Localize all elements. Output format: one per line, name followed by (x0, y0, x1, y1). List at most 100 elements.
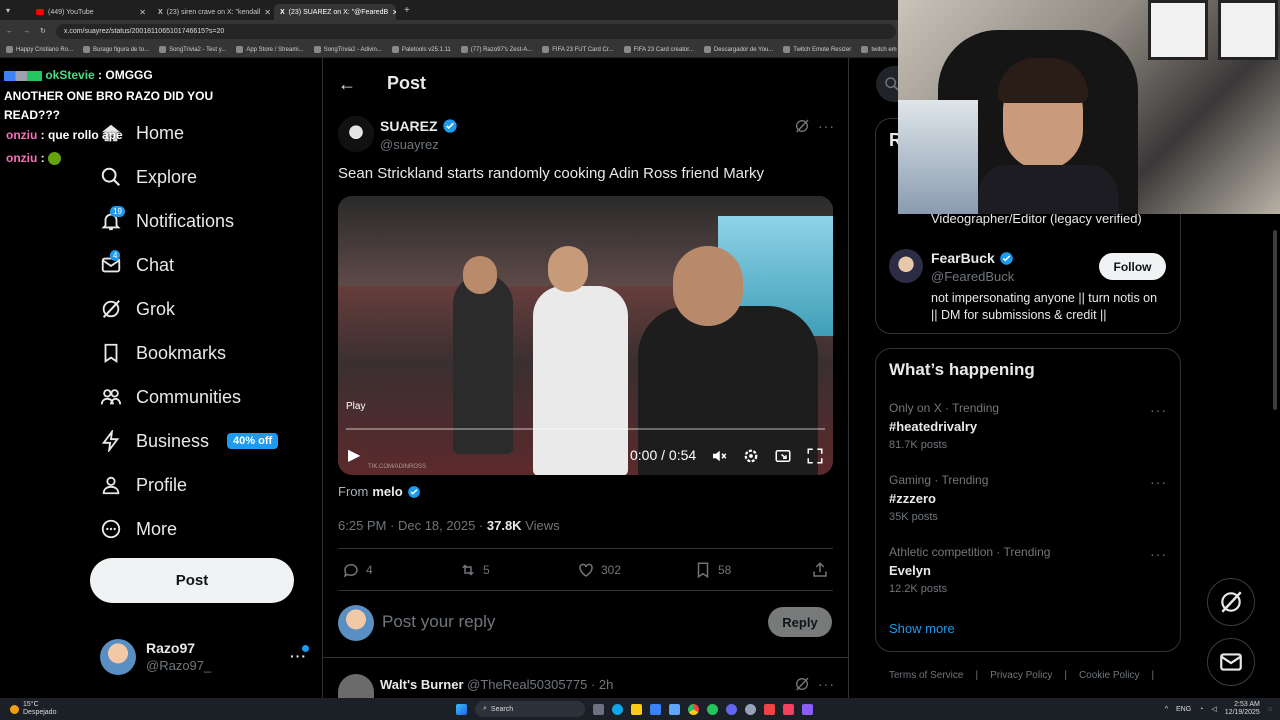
trend-more-icon[interactable]: ··· (1150, 474, 1167, 490)
streamlabs-icon[interactable] (764, 703, 775, 715)
grok-icon[interactable] (794, 118, 810, 134)
follow-button[interactable]: Follow (1099, 253, 1166, 280)
like-action[interactable]: 302 (577, 561, 621, 579)
close-icon[interactable]: ✕ (264, 8, 271, 17)
play-icon[interactable]: ▶ (348, 445, 360, 465)
video-progress-track[interactable] (346, 428, 825, 430)
bookmark-item[interactable]: FIFA 23 Card creator... (623, 46, 694, 53)
twitch-icon[interactable] (802, 703, 813, 715)
scrollbar[interactable] (1273, 230, 1277, 410)
reply-button[interactable]: Reply (768, 607, 832, 637)
task-view-icon[interactable] (593, 703, 604, 715)
windows-start-icon[interactable] (456, 703, 467, 715)
volume-icon[interactable]: ◁ (1211, 705, 1216, 713)
more-options-icon[interactable]: ··· (818, 118, 835, 134)
wall-frame (1218, 0, 1278, 60)
share-icon[interactable] (811, 561, 829, 579)
more-options-icon[interactable]: ··· (818, 676, 835, 692)
steam-icon[interactable] (745, 703, 756, 715)
bookmark-item[interactable]: Twitch Emote Resizer (783, 46, 851, 53)
footer-link[interactable]: Privacy Policy (990, 670, 1052, 681)
footer-link[interactable]: Terms of Service (889, 670, 963, 681)
nav-communities[interactable]: Communities (100, 382, 241, 412)
mute-icon[interactable] (710, 447, 728, 465)
from-name[interactable]: melo (372, 484, 402, 499)
trend-item[interactable]: Only on X · Trending #heatedrivalry 81.7… (889, 401, 999, 451)
edge-icon[interactable] (612, 703, 623, 715)
chrome-icon[interactable] (688, 703, 699, 715)
messages-floating-button[interactable] (1207, 638, 1255, 686)
bookmark-item[interactable]: SongTrivia2 - Adivin... (313, 46, 382, 53)
grok-floating-button[interactable] (1207, 578, 1255, 626)
video-player[interactable]: Play ▶ TIK.COM/ADINROSS 0:00 / 0:54 (338, 196, 833, 475)
reply-author-name[interactable]: Walt's Burner (380, 677, 464, 692)
discord-icon[interactable] (726, 703, 737, 715)
taskbar-search[interactable]: ⌕ Search (475, 701, 585, 717)
trend-item[interactable]: Gaming · Trending #zzzero 35K posts (889, 473, 988, 523)
nav-grok[interactable]: Grok (100, 294, 175, 324)
trend-item[interactable]: Athletic competition · Trending Evelyn 1… (889, 545, 1050, 595)
post-button[interactable]: Post (90, 558, 294, 603)
tab-menu-icon[interactable]: ▾ (0, 6, 30, 15)
reload-icon[interactable]: ↻ (40, 27, 46, 35)
tray-chevron-icon[interactable]: ^ (1165, 706, 1168, 713)
nav-bookmarks[interactable]: Bookmarks (100, 338, 226, 368)
bookmark-item[interactable]: Happy Cristiano Ro... (6, 46, 73, 53)
avatar[interactable] (100, 639, 136, 675)
repost-action[interactable]: 5 (459, 561, 490, 579)
close-icon[interactable]: ✕ (392, 8, 396, 17)
bookmark-action[interactable]: 58 (694, 561, 731, 579)
author-avatar[interactable] (338, 116, 374, 152)
photos-icon[interactable] (669, 703, 680, 715)
footer-link[interactable]: Cookie Policy (1079, 670, 1140, 681)
notification-bell-icon[interactable]: ◌ (1268, 706, 1272, 713)
wifi-icon[interactable]: ◔ (1199, 706, 1203, 713)
nav-more[interactable]: More (100, 514, 177, 544)
bookmark-item[interactable]: Paletools v25.1.11 (391, 46, 451, 53)
person-avatar[interactable] (889, 249, 923, 283)
nav-business[interactable]: Business 40% off (100, 426, 279, 456)
browser-tab-siren[interactable]: X (23) siren crave on X: "kendall ✕ (152, 4, 274, 20)
trend-more-icon[interactable]: ··· (1150, 546, 1167, 562)
author-handle[interactable]: @suayrez (380, 137, 439, 152)
weather-widget[interactable]: 15°C Despejado (0, 701, 120, 717)
language-indicator[interactable]: ENG (1176, 706, 1191, 713)
browser-tab-youtube[interactable]: (449) YouTube ✕ (30, 4, 152, 20)
bookmark-item[interactable]: Descargador de You... (703, 46, 773, 53)
mail-app-icon[interactable] (650, 703, 661, 715)
reply-input[interactable]: Post your reply (382, 612, 495, 632)
bookmark-item[interactable]: (77) Razo97's Zest-A... (460, 46, 532, 53)
reply-action[interactable]: 4 (342, 561, 373, 579)
browser-tab-suarez[interactable]: X (23) SUAREZ on X: "@FearedB ✕ (274, 4, 396, 20)
file-explorer-icon[interactable] (631, 703, 642, 715)
bookmark-item[interactable]: SongTrivia2 - Test y... (159, 46, 226, 53)
bookmark-item[interactable]: App Store / Streami... (236, 46, 304, 53)
show-more-link[interactable]: Show more (889, 621, 955, 636)
spotify-icon[interactable] (707, 703, 718, 715)
back-arrow-icon[interactable]: ← (6, 28, 13, 35)
picture-in-picture-icon[interactable] (774, 447, 792, 465)
fullscreen-icon[interactable] (806, 447, 824, 465)
bookmark-item[interactable]: twitch em (861, 46, 897, 53)
nav-label: Communities (136, 386, 242, 407)
new-tab-icon[interactable]: + (404, 5, 410, 16)
nav-explore[interactable]: Explore (100, 162, 197, 192)
author-name-row[interactable]: SUAREZ (380, 118, 458, 134)
back-arrow-icon[interactable]: ← (338, 74, 356, 95)
nav-chat[interactable]: 4 Chat (100, 250, 174, 280)
settings-gear-icon[interactable] (742, 447, 760, 465)
timestamp[interactable]: 6:25 PM · Dec 18, 2025 · (338, 518, 483, 533)
music-icon[interactable] (783, 703, 794, 715)
bookmark-item[interactable]: FIFA 23 FUT Card Cr... (542, 46, 614, 53)
url-input[interactable]: x.com/suayrez/status/2001811065101746615… (55, 23, 896, 39)
nav-profile[interactable]: Profile (100, 470, 187, 500)
from-label: From (338, 484, 369, 499)
close-icon[interactable]: ✕ (139, 8, 146, 17)
bookmark-item[interactable]: Burago figura de to... (83, 46, 149, 53)
grok-icon[interactable] (794, 676, 810, 692)
person-name-row[interactable]: FearBuck (931, 250, 1014, 266)
clock[interactable]: 2:53 AM 12/19/2025 (1225, 701, 1260, 717)
forward-arrow-icon[interactable]: → (23, 28, 30, 35)
nav-notifications[interactable]: 19 Notifications (100, 206, 234, 236)
trend-more-icon[interactable]: ··· (1150, 402, 1167, 418)
